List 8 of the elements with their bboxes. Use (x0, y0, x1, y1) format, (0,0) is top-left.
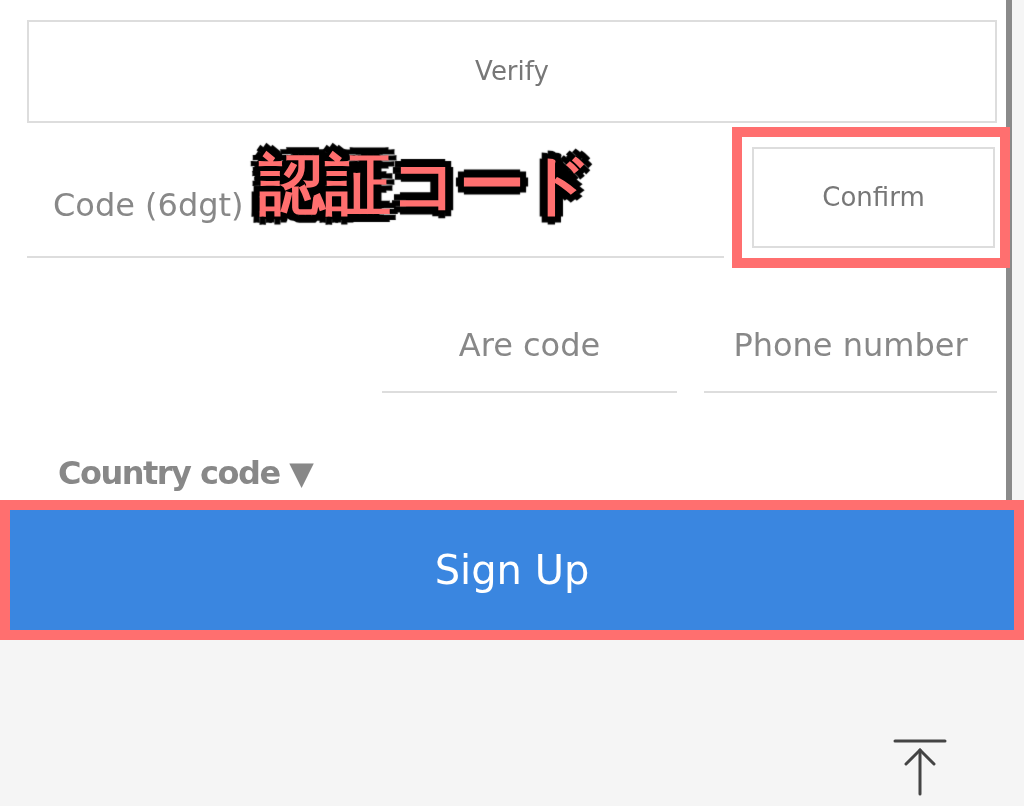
code-field[interactable]: Code (6dgt) (27, 153, 255, 256)
country-code-dropdown[interactable]: Country code ▼ (58, 457, 313, 489)
verify-button[interactable]: Verify (27, 20, 997, 123)
area-code-field[interactable]: Are code (382, 298, 677, 393)
scroll-to-top-icon[interactable] (893, 738, 947, 796)
sign-up-button[interactable]: Sign Up (10, 510, 1014, 630)
phone-number-field[interactable]: Phone number (704, 298, 997, 393)
confirm-button[interactable]: Confirm (752, 147, 995, 248)
